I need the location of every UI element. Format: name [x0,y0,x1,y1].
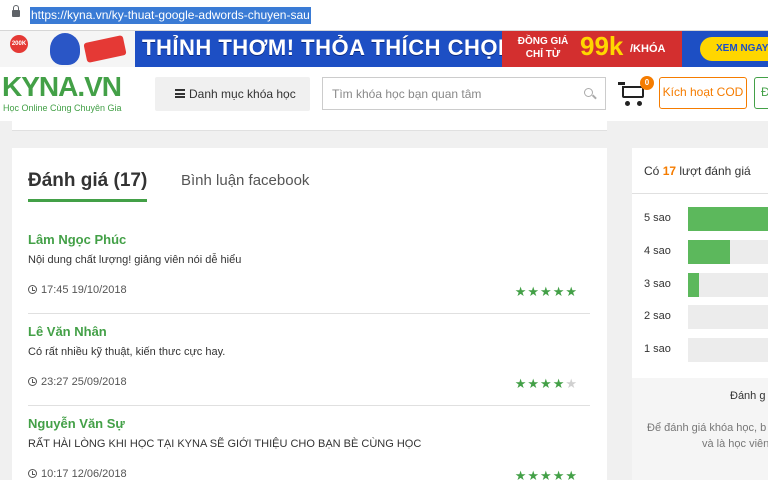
rating-bar-fill [688,240,731,264]
review-comment: Nội dung chất lượng! giảng viên nói dễ h… [28,254,242,266]
promo-banner[interactable]: 200K THỈNH THƠM! THỎA THÍCH CHỌN ĐỒNG GI… [0,31,768,67]
star-rating: ★★★★★ [515,376,578,392]
star-rating: ★★★★★ [515,284,578,300]
rating-bar-fill [688,273,699,297]
star-icon: ★ [565,284,578,299]
clock-icon [28,285,37,294]
clock-icon [28,469,37,478]
login-button[interactable]: Đ [754,77,768,109]
star-icon: ★ [565,468,578,480]
banner-headline: THỈNH THƠM! THỎA THÍCH CHỌN [142,35,515,60]
lock-icon [12,5,20,17]
star-icon: ★ [552,376,566,391]
banner-mascot-image: 200K [0,31,135,67]
search-box[interactable] [322,77,606,110]
rating-bar-1: 1 sao [632,338,768,362]
star-icon: ★ [540,284,553,299]
divider [28,405,590,406]
active-tab-indicator [28,199,147,202]
rating-bar-5: 5 sao [632,207,768,231]
rating-summary: Có 17 lượt đánh giá 5 sao 4 sao 3 sao 2 … [632,148,768,480]
review-time: 10:17 12/06/2018 [28,468,127,480]
review-time: 23:27 25/09/2018 [28,376,127,388]
rating-bar-4: 4 sao [632,240,768,264]
search-input[interactable] [323,78,563,109]
category-menu-button[interactable]: Danh mục khóa học [155,77,310,111]
reviews-panel: Đánh giá (17) Bình luận facebook Lâm Ngọ… [12,148,607,480]
mascot-figure [50,33,80,65]
star-icon: ★ [552,284,566,299]
price-box: ĐỒNG GIÁ CHỈ TỪ 99k /KHÓA [502,31,682,67]
review-comment: RẤT HÀI LÒNG KHI HỌC TẠI KYNA SẼ GIỚI TH… [28,438,422,450]
coupon-badge: 200K [10,35,28,53]
price-value: 99k [580,31,624,61]
star-icon: ★ [527,468,541,480]
reviewer-name: Lê Văn Nhân [28,324,107,339]
tab-reviews[interactable]: Đánh giá (17) [28,170,147,192]
star-icon: ★ [540,376,553,391]
star-icon: ★ [514,284,528,299]
star-icon: ★ [527,376,541,391]
star-rating: ★★★★★ [515,468,578,480]
address-bar[interactable]: https://kyna.vn/ky-thuat-google-adwords-… [0,0,768,31]
review-time: 17:45 19/10/2018 [28,284,127,296]
url-text[interactable]: https://kyna.vn/ky-thuat-google-adwords-… [30,7,311,24]
write-review-box: Đánh g Để đánh giá khóa học, b và là học… [632,378,768,480]
search-icon[interactable] [584,88,593,97]
site-header: KYNA.VN Học Online Cùng Chuyên Gia Danh … [0,67,768,121]
star-icon: ★ [527,284,541,299]
write-review-title: Đánh g [730,390,766,402]
divider [632,193,768,194]
star-icon: ★ [565,376,578,391]
menu-icon [175,89,185,98]
logo-tagline: Học Online Cùng Chuyên Gia [3,103,122,113]
price-prefix: ĐỒNG GIÁ CHỈ TỪ [517,36,569,60]
course-info-card [12,121,607,131]
divider [28,313,590,314]
category-menu-label: Danh mục khóa học [189,87,296,101]
price-unit: /KHÓA [630,43,666,55]
cart-icon [618,82,625,85]
activate-cod-button[interactable]: Kích hoạt COD [659,77,747,109]
review-tabs: Đánh giá (17) Bình luận facebook [28,166,588,202]
write-review-desc: và là học viên [702,438,768,450]
star-icon: ★ [514,376,528,391]
star-icon: ★ [552,468,566,480]
reviewer-name: Lâm Ngọc Phúc [28,232,127,247]
rating-bar-fill [688,207,768,231]
cart-button[interactable]: 0 [618,76,654,108]
write-review-desc: Để đánh giá khóa học, b [647,422,767,434]
rating-count: Có 17 lượt đánh giá [644,164,751,178]
reviewer-name: Nguyễn Văn Sự [28,416,125,431]
tab-facebook-comments[interactable]: Bình luận facebook [181,172,309,189]
rating-bar-2: 2 sao [632,305,768,329]
review-comment: Có rất nhiều kỹ thuật, kiến thưc cực hay… [28,346,226,358]
star-icon: ★ [514,468,528,480]
view-now-button[interactable]: XEM NGAY [700,37,768,61]
rating-bar-3: 3 sao [632,273,768,297]
gift-box-icon [83,35,127,63]
cart-count-badge: 0 [640,76,654,90]
clock-icon [28,377,37,386]
star-icon: ★ [540,468,553,480]
kyna-logo[interactable]: KYNA.VN Học Online Cùng Chuyên Gia [2,72,142,116]
